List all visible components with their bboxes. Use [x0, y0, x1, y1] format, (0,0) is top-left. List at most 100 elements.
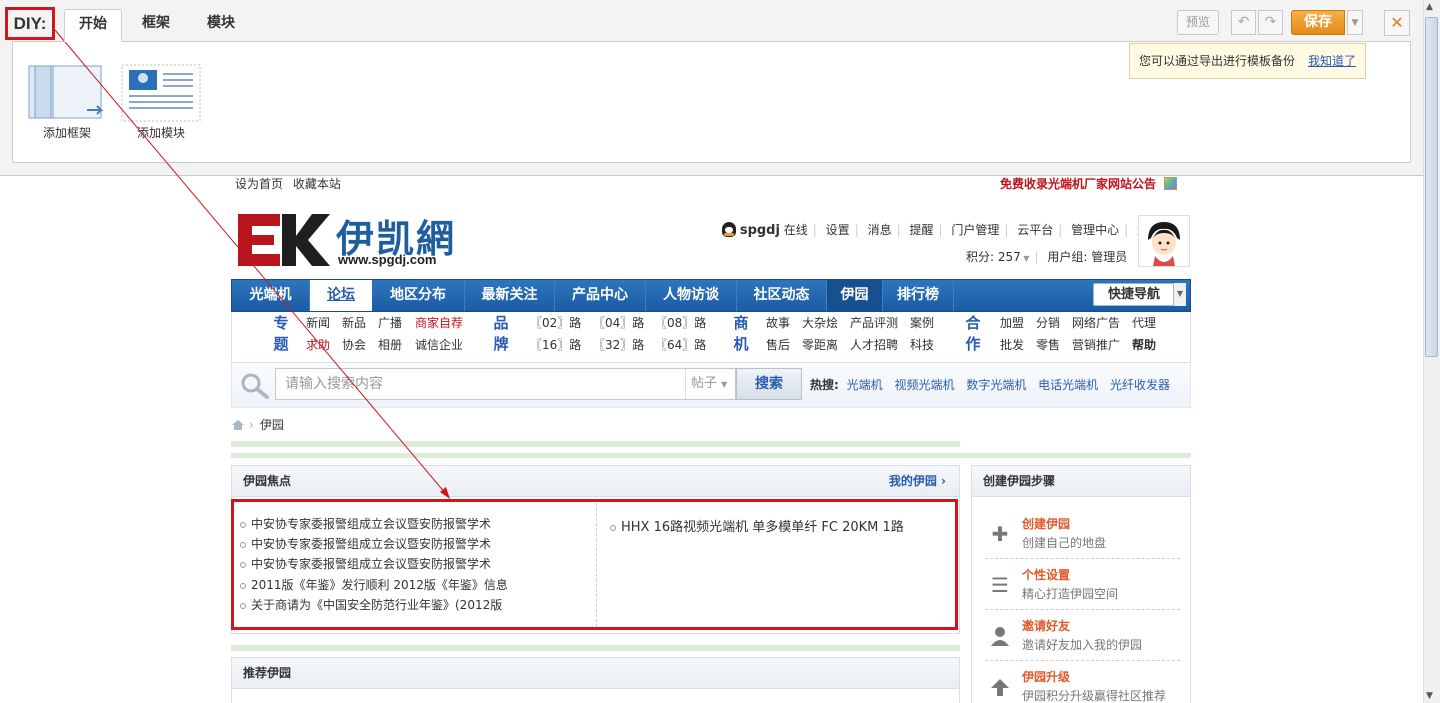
subnav-link[interactable]: 帮助 — [1132, 336, 1156, 353]
close-button[interactable]: ✕ — [1384, 10, 1410, 36]
subnav-link[interactable]: 加盟 — [1000, 314, 1024, 331]
add-module-label: 添加模块 — [136, 126, 185, 140]
subnav-head-brands: 品牌 — [493, 314, 509, 353]
quick-nav-label: 快捷导航 — [1108, 287, 1161, 302]
subnav-link[interactable]: 协会 — [342, 336, 366, 353]
subnav-link[interactable]: 分销 — [1036, 314, 1060, 331]
subnav-link[interactable]: 诚信企业 — [415, 336, 463, 353]
avatar[interactable] — [1138, 215, 1190, 267]
subnav-link[interactable]: 〖64〗路 — [655, 336, 706, 353]
cloud-platform-link[interactable]: 云平台 — [1017, 223, 1053, 237]
subnav-link[interactable]: 网络广告 — [1072, 314, 1120, 331]
nav-item-yiyuan[interactable]: 伊园 — [827, 280, 883, 311]
step-desc: 邀请好友加入我的伊园 — [1022, 638, 1143, 652]
subnav-link[interactable]: 广播 — [378, 314, 402, 331]
nav-item-interviews[interactable]: 人物访谈 — [646, 280, 737, 311]
notice-link[interactable]: 免费收录光端机厂家网站公告 — [1000, 175, 1178, 192]
user-icon — [989, 626, 1011, 648]
tip-dismiss-link[interactable]: 我知道了 — [1308, 44, 1356, 78]
reminders-link[interactable]: 提醒 — [909, 223, 933, 237]
quick-nav-button[interactable]: 快捷导航 ▼ — [1093, 283, 1186, 306]
my-yiyuan-link[interactable]: 我的伊园 › — [889, 466, 946, 496]
portal-admin-link[interactable]: 门户管理 — [951, 223, 999, 237]
admin-center-link[interactable]: 管理中心 — [1071, 223, 1119, 237]
step-title[interactable]: 个性设置 — [1022, 566, 1070, 583]
add-frame-button[interactable]: 添加框架 — [27, 64, 107, 140]
hot-keyword[interactable]: 电话光端机 — [1038, 378, 1098, 392]
site-logo[interactable]: 伊凯網 www.spgdj.com — [236, 210, 454, 271]
step-title[interactable]: 伊园升级 — [1022, 668, 1070, 685]
points-link[interactable]: 积分: 257 — [966, 250, 1021, 264]
subnav-link[interactable]: 商家自荐 — [415, 314, 463, 331]
user-stats: 积分: 257 ▼ | 用户组: 管理员 — [966, 250, 1128, 264]
step-invite[interactable]: 邀请好友 邀请好友加入我的伊园 — [985, 610, 1180, 661]
bookmark-link[interactable]: 收藏本站 — [293, 177, 341, 191]
subnav-link[interactable]: 批发 — [1000, 336, 1024, 353]
subnav-link[interactable]: 〖02〗路 — [530, 314, 581, 331]
nav-item-rankings[interactable]: 排行榜 — [883, 280, 954, 311]
nav-item-latest[interactable]: 最新关注 — [465, 280, 555, 311]
scroll-down-icon[interactable]: ▼ — [1426, 691, 1433, 701]
messages-link[interactable]: 消息 — [868, 223, 892, 237]
subnav-link[interactable]: 零售 — [1036, 336, 1060, 353]
hot-keyword[interactable]: 视频光端机 — [894, 378, 954, 392]
set-home-link[interactable]: 设为首页 — [235, 177, 283, 191]
step-title[interactable]: 邀请好友 — [1022, 617, 1070, 634]
subnav-link[interactable]: 代理 — [1132, 314, 1156, 331]
recommend-title: 推荐伊园 — [232, 658, 959, 689]
search-type-value: 帖子 — [691, 376, 718, 391]
step-title[interactable]: 创建伊园 — [1022, 515, 1070, 532]
subnav-link[interactable]: 新闻 — [306, 314, 330, 331]
add-module-button[interactable]: 添加模块 — [121, 64, 201, 140]
subnav-link[interactable]: 大杂烩 — [802, 314, 838, 331]
subnav-link[interactable]: 零距离 — [802, 336, 838, 353]
subnav-link[interactable]: 案例 — [910, 314, 934, 331]
subnav-link[interactable]: 新品 — [342, 314, 366, 331]
search-type-select[interactable]: 帖子 ▼ — [685, 368, 736, 400]
user-nav: spgdj 在线| 设置| 消息| 提醒| 门户管理| 云平台| 管理中心| 退… — [722, 221, 1161, 238]
save-button[interactable]: 保存 — [1291, 10, 1345, 35]
subnav-link[interactable]: 〖08〗路 — [655, 314, 706, 331]
selection-highlight — [231, 499, 958, 630]
hot-keyword[interactable]: 数字光端机 — [966, 378, 1026, 392]
subnav-link[interactable]: 求助 — [306, 336, 330, 353]
tab-frame[interactable]: 框架 — [128, 9, 184, 42]
step-create[interactable]: ✚ 创建伊园 创建自己的地盘 — [985, 508, 1180, 559]
tab-module[interactable]: 模块 — [193, 9, 249, 42]
preview-button[interactable]: 预览 — [1177, 10, 1219, 35]
subnav-link[interactable]: 售后 — [766, 336, 790, 353]
save-dropdown-button[interactable]: ▼ — [1347, 10, 1363, 35]
subnav-link[interactable]: 营销推广 — [1072, 336, 1120, 353]
tip-popup: 您可以通过导出进行模板备份 我知道了 — [1129, 43, 1366, 79]
add-frame-label: 添加框架 — [42, 126, 91, 140]
scroll-up-icon[interactable]: ▲ — [1426, 2, 1433, 12]
settings-link[interactable]: 设置 — [826, 223, 850, 237]
search-button[interactable]: 搜索 — [736, 368, 802, 400]
step-customize[interactable]: ☰ 个性设置 精心打造伊园空间 — [985, 559, 1180, 610]
subnav-link[interactable]: 故事 — [766, 314, 790, 331]
username[interactable]: spgdj — [740, 223, 780, 238]
subnav-link[interactable]: 〖16〗路 — [530, 336, 581, 353]
subnav-link[interactable]: 〖04〗路 — [593, 314, 644, 331]
tab-start[interactable]: 开始 — [64, 9, 122, 42]
nav-item-products[interactable]: 产品中心 — [555, 280, 646, 311]
subnav-link[interactable]: 〖32〗路 — [593, 336, 644, 353]
subnav-link[interactable]: 相册 — [378, 336, 402, 353]
subnav-link[interactable]: 科技 — [910, 336, 934, 353]
focus-title-text: 伊园焦点 — [243, 474, 292, 488]
hot-keyword[interactable]: 光端机 — [847, 378, 883, 392]
hot-keyword[interactable]: 光纤收发器 — [1110, 378, 1170, 392]
undo-button[interactable]: ↶ — [1231, 10, 1256, 35]
scrollbar-thumb[interactable] — [1425, 17, 1438, 357]
subnav-link[interactable]: 人才招聘 — [850, 336, 898, 353]
redo-button[interactable]: ↷ — [1258, 10, 1283, 35]
nav-item-guangduanji[interactable]: 光端机 — [232, 280, 310, 311]
subnav-link[interactable]: 产品评测 — [850, 314, 898, 331]
diy-toolbar: DIY: 开始 框架 模块 添加框架 添加模块 预览 ↶ ↷ 保存 ▼ ✕ 您可 — [0, 0, 1424, 176]
home-icon[interactable] — [231, 419, 245, 434]
nav-item-community[interactable]: 社区动态 — [737, 280, 827, 311]
nav-item-forum[interactable]: 论坛 — [310, 280, 372, 311]
search-input[interactable]: 请输入搜索内容 — [275, 368, 687, 400]
step-upgrade[interactable]: 伊园升级 伊园积分升级赢得社区推荐 — [985, 661, 1180, 703]
nav-item-regions[interactable]: 地区分布 — [372, 280, 465, 311]
